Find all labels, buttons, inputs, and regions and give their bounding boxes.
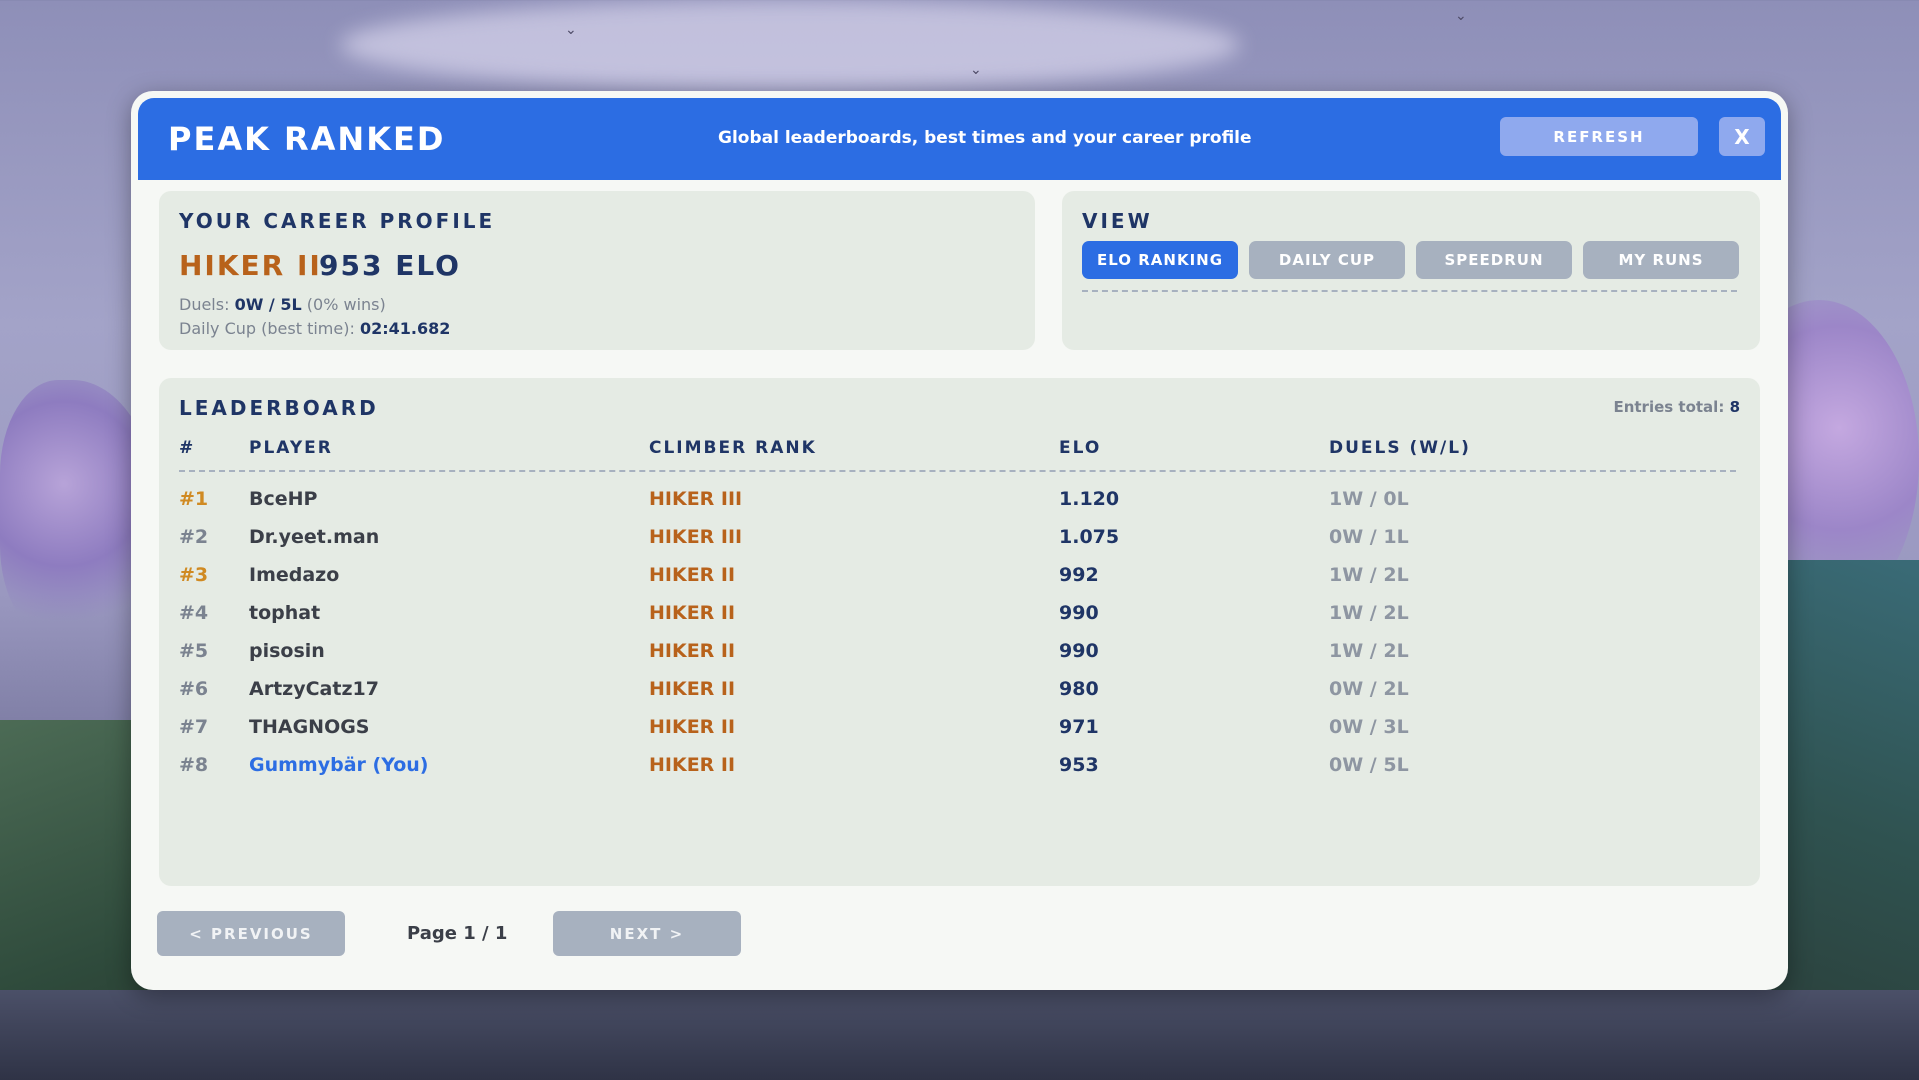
close-button[interactable]: X: [1719, 117, 1765, 156]
career-daily-line: Daily Cup (best time): 02:41.682: [179, 319, 450, 338]
view-tabs: ELO RANKING DAILY CUP SPEEDRUN MY RUNS: [1082, 241, 1739, 279]
view-title: VIEW: [1082, 209, 1153, 233]
column-header-duels: DUELS (W/L): [1329, 438, 1471, 458]
row-place: #2: [179, 526, 209, 548]
row-elo: 971: [1059, 716, 1099, 738]
row-duels: 1W / 2L: [1329, 564, 1409, 586]
row-duels: 0W / 5L: [1329, 754, 1409, 776]
career-profile-card: YOUR CAREER PROFILE HIKER II 953 ELO Due…: [159, 191, 1035, 350]
entries-label: Entries total:: [1613, 398, 1725, 416]
table-row[interactable]: #4 tophat HIKER II 990 1W / 2L: [159, 598, 1760, 628]
bird-icon: ⌄: [970, 62, 982, 78]
table-row[interactable]: #5 pisosin HIKER II 990 1W / 2L: [159, 636, 1760, 666]
entries-count: 8: [1729, 398, 1740, 416]
row-elo: 953: [1059, 754, 1099, 776]
ranked-panel: PEAK RANKED Global leaderboards, best ti…: [131, 91, 1788, 990]
row-climber-rank: HIKER III: [649, 488, 743, 510]
row-place: #6: [179, 678, 209, 700]
terrain-ground: [0, 990, 1919, 1080]
row-elo: 1.120: [1059, 488, 1120, 510]
row-elo: 990: [1059, 602, 1099, 624]
view-card: VIEW ELO RANKING DAILY CUP SPEEDRUN MY R…: [1062, 191, 1760, 350]
row-duels: 0W / 3L: [1329, 716, 1409, 738]
row-duels: 1W / 0L: [1329, 488, 1409, 510]
row-place: #5: [179, 640, 209, 662]
previous-page-button[interactable]: < PREVIOUS: [157, 911, 345, 956]
view-divider: [1082, 290, 1737, 292]
row-climber-rank: HIKER II: [649, 716, 736, 738]
row-place: #1: [179, 488, 209, 510]
table-row[interactable]: #6 ArtzyCatz17 HIKER II 980 0W / 2L: [159, 674, 1760, 704]
leaderboard-title: LEADERBOARD: [179, 396, 379, 420]
app-title: PEAK RANKED: [168, 120, 446, 158]
row-duels: 1W / 2L: [1329, 602, 1409, 624]
career-daily-value: 02:41.682: [359, 319, 451, 338]
career-rank: HIKER II: [179, 249, 322, 282]
career-daily-label: Daily Cup (best time):: [179, 319, 355, 338]
bird-icon: ⌄: [1455, 8, 1467, 24]
row-player: ArtzyCatz17: [249, 678, 379, 700]
sky-cloud: [340, 0, 1240, 90]
row-elo: 980: [1059, 678, 1099, 700]
page-indicator: Page 1 / 1: [407, 923, 508, 944]
row-elo: 1.075: [1059, 526, 1120, 548]
row-climber-rank: HIKER II: [649, 754, 736, 776]
panel-header: PEAK RANKED Global leaderboards, best ti…: [138, 98, 1781, 180]
row-player: Imedazo: [249, 564, 340, 586]
row-climber-rank: HIKER III: [649, 526, 743, 548]
table-row[interactable]: #7 THAGNOGS HIKER II 971 0W / 3L: [159, 712, 1760, 742]
column-header-rank: #: [179, 438, 196, 458]
row-place: #8: [179, 754, 209, 776]
tab-speedrun[interactable]: SPEEDRUN: [1416, 241, 1572, 279]
column-header-player: PLAYER: [249, 438, 333, 458]
row-place: #3: [179, 564, 209, 586]
career-title: YOUR CAREER PROFILE: [179, 209, 496, 233]
career-elo: 953 ELO: [319, 249, 461, 282]
tab-elo-ranking[interactable]: ELO RANKING: [1082, 241, 1238, 279]
career-duels-line: Duels: 0W / 5L (0% wins): [179, 295, 386, 314]
row-climber-rank: HIKER II: [649, 564, 736, 586]
row-player: BceHP: [249, 488, 318, 510]
column-header-climber-rank: CLIMBER RANK: [649, 438, 817, 458]
row-climber-rank: HIKER II: [649, 640, 736, 662]
entries-total: Entries total: 8: [1613, 398, 1740, 416]
tab-my-runs[interactable]: MY RUNS: [1583, 241, 1739, 279]
row-player: THAGNOGS: [249, 716, 370, 738]
row-place: #4: [179, 602, 209, 624]
career-duels-label: Duels:: [179, 295, 230, 314]
row-elo: 990: [1059, 640, 1099, 662]
row-duels: 1W / 2L: [1329, 640, 1409, 662]
row-player: tophat: [249, 602, 321, 624]
table-row[interactable]: #1 BceHP HIKER III 1.120 1W / 0L: [159, 484, 1760, 514]
table-row-self[interactable]: #8 Gummybär (You) HIKER II 953 0W / 5L: [159, 750, 1760, 780]
row-climber-rank: HIKER II: [649, 602, 736, 624]
app-subtitle: Global leaderboards, best times and your…: [718, 128, 1252, 148]
column-header-elo: ELO: [1059, 438, 1102, 458]
refresh-button[interactable]: REFRESH: [1500, 117, 1698, 156]
career-duels-value: 0W / 5L: [234, 295, 302, 314]
row-player: Dr.yeet.man: [249, 526, 380, 548]
leaderboard-card: LEADERBOARD Entries total: 8 # PLAYER CL…: [159, 378, 1760, 886]
row-duels: 0W / 1L: [1329, 526, 1409, 548]
career-duels-pct: (0% wins): [306, 295, 386, 314]
row-player-self: Gummybär (You): [249, 754, 429, 776]
table-row[interactable]: #3 Imedazo HIKER II 992 1W / 2L: [159, 560, 1760, 590]
row-elo: 992: [1059, 564, 1099, 586]
table-row[interactable]: #2 Dr.yeet.man HIKER III 1.075 0W / 1L: [159, 522, 1760, 552]
leaderboard-divider: [179, 470, 1736, 472]
row-player: pisosin: [249, 640, 325, 662]
row-place: #7: [179, 716, 209, 738]
tab-daily-cup[interactable]: DAILY CUP: [1249, 241, 1405, 279]
row-duels: 0W / 2L: [1329, 678, 1409, 700]
row-climber-rank: HIKER II: [649, 678, 736, 700]
next-page-button[interactable]: NEXT >: [553, 911, 741, 956]
bird-icon: ⌄: [565, 22, 577, 38]
